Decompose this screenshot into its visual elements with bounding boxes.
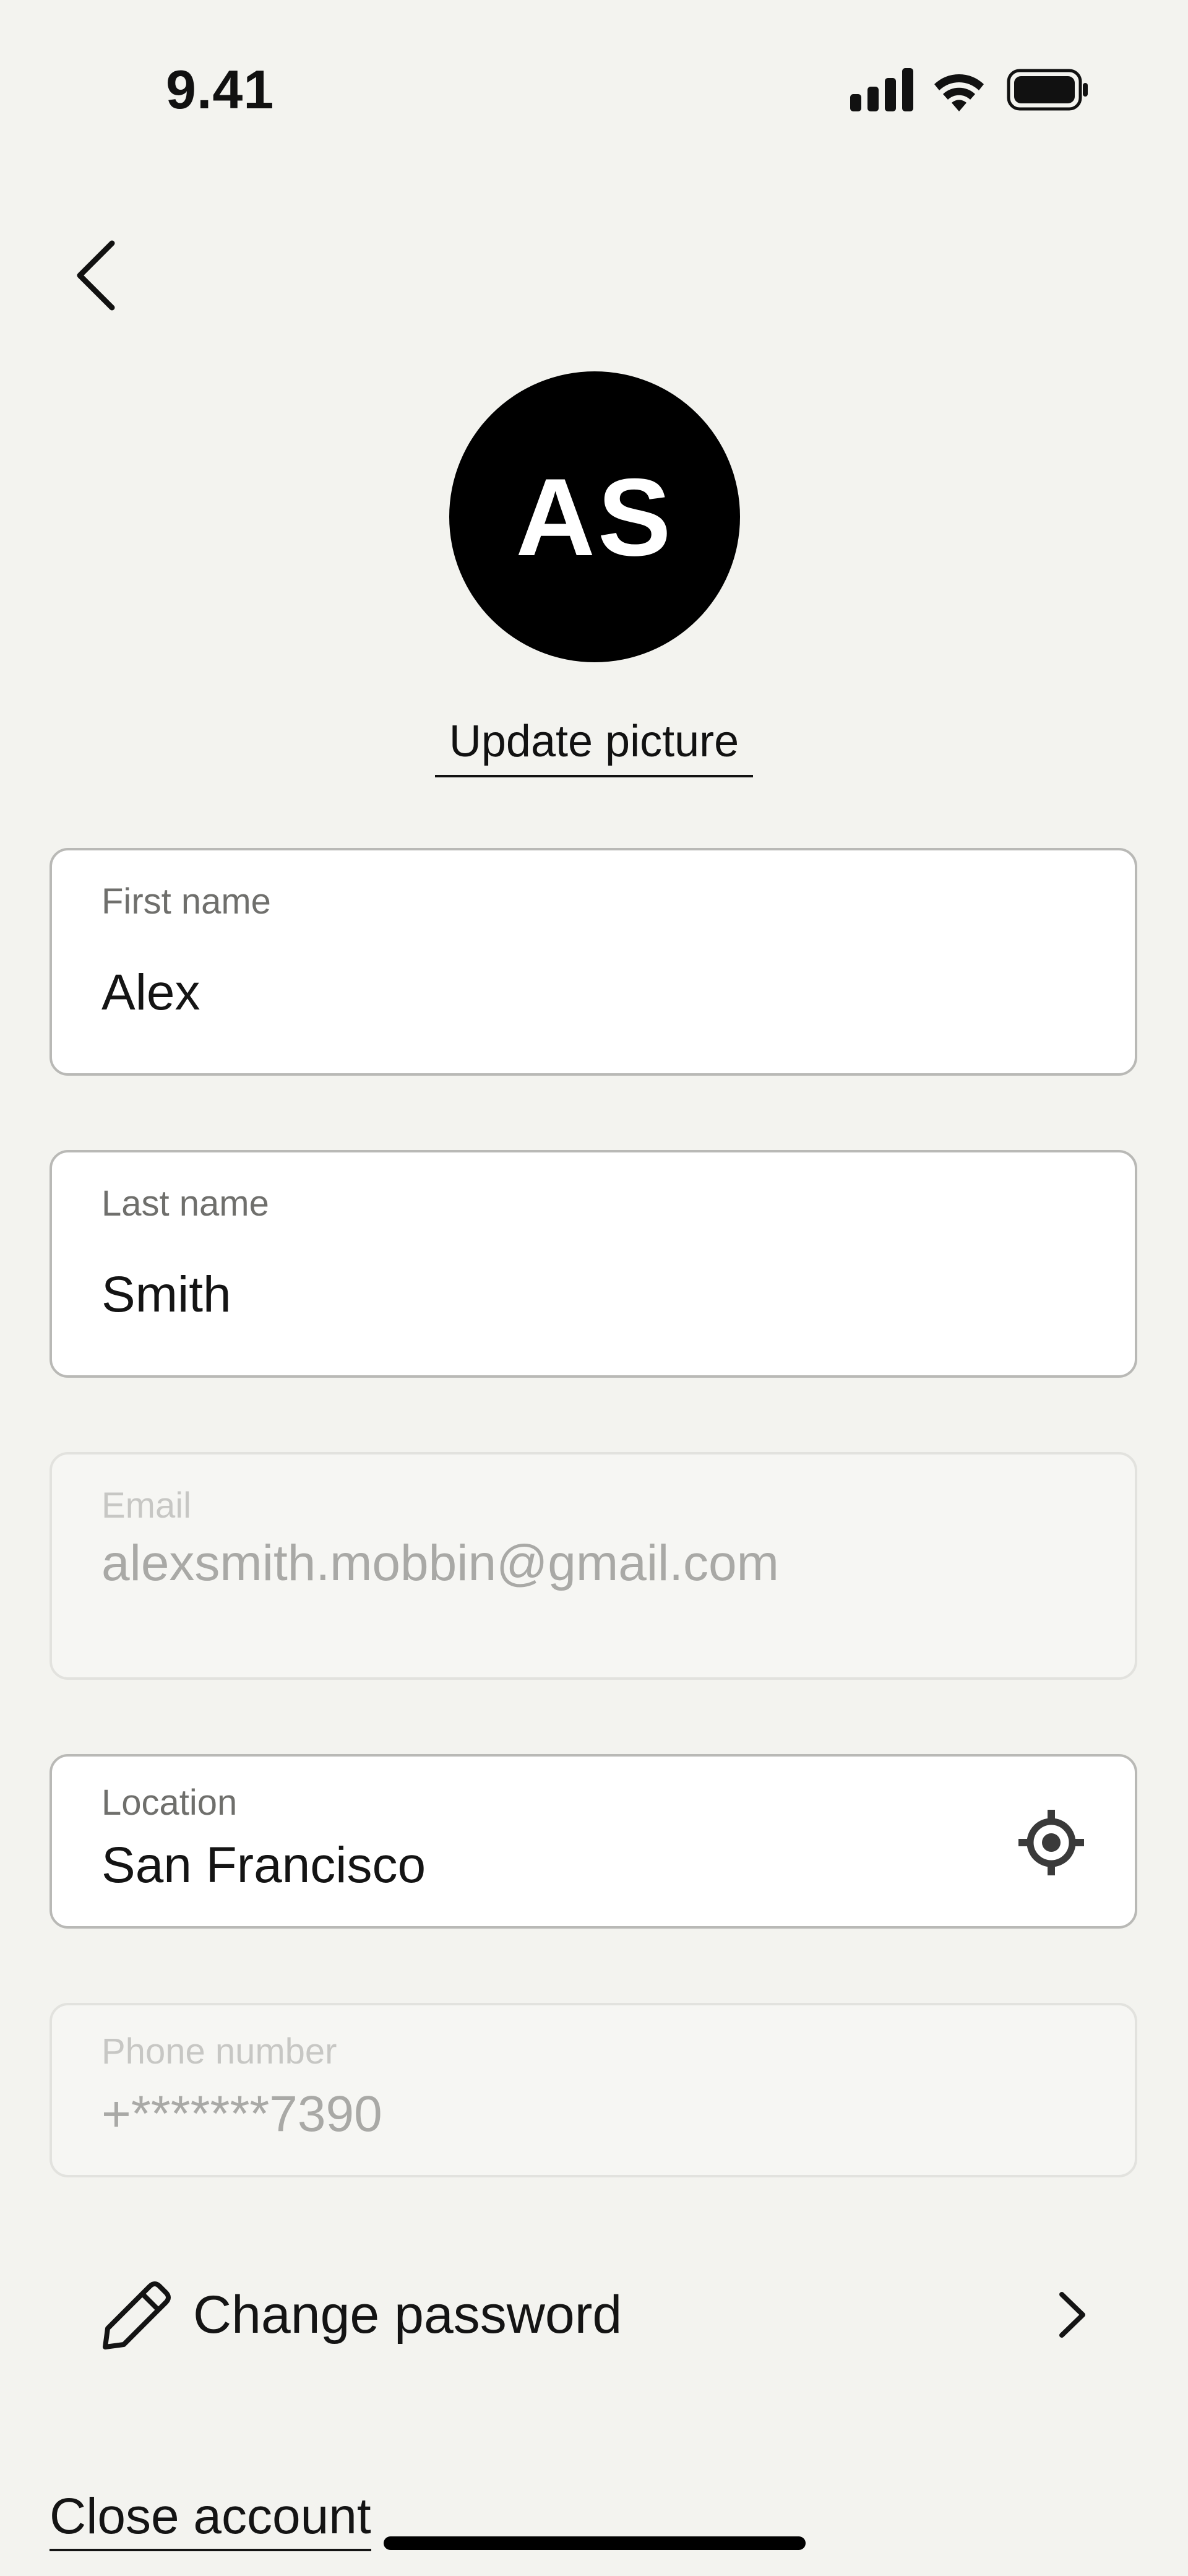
status-icons bbox=[849, 64, 1090, 114]
first-name-label: First name bbox=[101, 881, 271, 922]
locate-button[interactable] bbox=[1017, 1809, 1085, 1877]
location-field[interactable]: Location San Francisco bbox=[50, 1754, 1137, 1929]
phone-field: Phone number +*******7390 bbox=[50, 2003, 1137, 2177]
change-password-label: Change password bbox=[193, 2285, 622, 2345]
last-name-value: Smith bbox=[101, 1266, 231, 1323]
wifi-icon bbox=[934, 74, 984, 111]
phone-label: Phone number bbox=[101, 2031, 337, 2072]
status-time: 9.41 bbox=[166, 59, 275, 120]
location-label: Location bbox=[101, 1783, 238, 1823]
battery-icon bbox=[1007, 69, 1088, 111]
change-password-button[interactable]: Change password bbox=[50, 2253, 1137, 2377]
last-name-label: Last name bbox=[101, 1183, 269, 1224]
email-field: Email alexsmith.mobbin@gmail.com bbox=[50, 1452, 1137, 1680]
chevron-right-icon bbox=[1059, 2292, 1085, 2338]
email-value: alexsmith.mobbin@gmail.com bbox=[101, 1535, 779, 1591]
back-button[interactable] bbox=[56, 229, 136, 322]
phone-value: +*******7390 bbox=[101, 2086, 382, 2142]
first-name-value: Alex bbox=[101, 964, 200, 1021]
avatar-initials: AS bbox=[515, 455, 674, 579]
signal-icon bbox=[850, 68, 913, 111]
avatar[interactable]: AS bbox=[449, 371, 740, 662]
home-indicator bbox=[384, 2536, 806, 2550]
first-name-field[interactable]: First name Alex bbox=[50, 848, 1137, 1076]
update-picture-link[interactable]: Update picture bbox=[435, 711, 753, 777]
last-name-field[interactable]: Last name Smith bbox=[50, 1150, 1137, 1378]
pencil-icon bbox=[103, 2281, 171, 2349]
email-label: Email bbox=[101, 1485, 192, 1526]
location-value: San Francisco bbox=[101, 1837, 426, 1893]
close-account-link[interactable]: Close account bbox=[50, 2486, 371, 2551]
chevron-left-icon bbox=[77, 240, 115, 311]
crosshair-icon bbox=[1018, 1810, 1084, 1875]
